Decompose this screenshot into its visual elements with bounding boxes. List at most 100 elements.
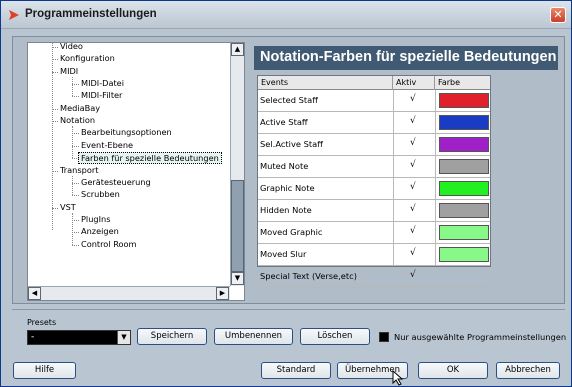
panel-title: Notation-Farben für spezielle Bedeutunge… bbox=[254, 46, 558, 70]
color-swatch[interactable] bbox=[439, 115, 489, 130]
tree-item[interactable]: MIDI-Filter bbox=[81, 90, 122, 102]
tree-connector bbox=[72, 158, 79, 160]
active-check[interactable]: √ bbox=[410, 248, 416, 258]
table-row[interactable]: Special Text (Verse,etc) √ bbox=[258, 266, 490, 288]
tree-connector bbox=[52, 59, 58, 61]
tree-item[interactable]: Transport bbox=[60, 165, 98, 177]
table-row[interactable]: Muted Note √ bbox=[258, 156, 490, 178]
tree-item[interactable]: Scrubben bbox=[81, 189, 120, 201]
event-name: Moved Slur bbox=[260, 249, 307, 259]
tree-item[interactable]: Farben für spezielle Bedeutungen bbox=[78, 152, 222, 165]
color-swatch[interactable] bbox=[439, 247, 489, 262]
tree-connector bbox=[72, 244, 79, 246]
ok-button[interactable]: OK bbox=[418, 362, 488, 379]
active-check[interactable]: √ bbox=[410, 270, 416, 280]
only-selected-checkbox[interactable] bbox=[379, 332, 389, 342]
window-title: Programmeinstellungen bbox=[25, 8, 157, 20]
table-row[interactable]: Moved Slur √ bbox=[258, 244, 490, 266]
column-header-events: Events bbox=[258, 76, 393, 90]
scrollbar-thumb[interactable] bbox=[231, 180, 244, 272]
cancel-button[interactable]: Abbrechen bbox=[496, 362, 560, 379]
tree-guide-line bbox=[72, 175, 73, 196]
presets-value: - bbox=[31, 332, 35, 342]
active-check[interactable]: √ bbox=[410, 94, 416, 104]
tree-item[interactable]: Video bbox=[60, 41, 83, 53]
table-header: Events Aktiv Farbe bbox=[258, 76, 490, 90]
active-check[interactable]: √ bbox=[410, 116, 416, 126]
column-header-color: Farbe bbox=[438, 78, 461, 87]
color-swatch[interactable] bbox=[439, 137, 489, 152]
delete-preset-button[interactable]: Löschen bbox=[300, 328, 370, 345]
color-swatch[interactable] bbox=[439, 181, 489, 196]
close-icon: ✕ bbox=[553, 8, 563, 21]
tree-item[interactable]: Konfiguration bbox=[60, 53, 115, 65]
event-name: Graphic Note bbox=[260, 183, 315, 193]
tree-item[interactable]: MIDI bbox=[60, 66, 78, 78]
scroll-left-button[interactable]: ◀ bbox=[28, 287, 41, 300]
tree-connector bbox=[52, 121, 58, 123]
tree-item[interactable]: Notation bbox=[60, 115, 95, 127]
event-name: Selected Staff bbox=[260, 95, 318, 105]
tree-guide-line bbox=[72, 212, 73, 245]
tree-item[interactable]: Anzeigen bbox=[81, 226, 119, 238]
event-name: Active Staff bbox=[260, 117, 308, 127]
arrow-up-icon: ▲ bbox=[234, 45, 241, 53]
table-row[interactable]: Sel.Active Staff √ bbox=[258, 134, 490, 156]
tree-guide-line bbox=[72, 76, 73, 97]
help-button[interactable]: Hilfe bbox=[13, 362, 76, 379]
tree-connector bbox=[52, 71, 58, 73]
mouse-cursor-icon bbox=[392, 370, 404, 386]
color-table: Events Aktiv Farbe Selected Staff √ Active… bbox=[257, 75, 491, 288]
standard-button[interactable]: Standard bbox=[261, 362, 331, 379]
color-swatch[interactable] bbox=[439, 93, 489, 108]
tree-connector bbox=[72, 182, 79, 184]
tree-item[interactable]: Bearbeitungsoptionen bbox=[81, 127, 172, 139]
tree-vertical-scrollbar[interactable]: ▲ ▼ bbox=[230, 43, 244, 286]
arrow-right-icon: ▶ bbox=[219, 289, 226, 297]
event-name: Muted Note bbox=[260, 161, 309, 171]
presets-label: Presets bbox=[27, 318, 57, 327]
color-swatch[interactable] bbox=[439, 159, 489, 174]
save-preset-button[interactable]: Speichern bbox=[137, 328, 207, 345]
tree-horizontal-scrollbar[interactable]: ◀ ▶ bbox=[28, 286, 230, 300]
tree-item[interactable]: VST bbox=[60, 202, 76, 214]
close-button[interactable]: ✕ bbox=[550, 7, 566, 23]
column-header-active: Aktiv bbox=[393, 76, 435, 90]
tree-item[interactable]: Event-Ebene bbox=[81, 140, 133, 152]
color-swatch[interactable] bbox=[439, 225, 489, 240]
rename-preset-button[interactable]: Umbenennen bbox=[214, 328, 293, 345]
event-name: Moved Graphic bbox=[260, 227, 323, 237]
title-bar: Programmeinstellungen ✕ bbox=[1, 1, 571, 29]
active-check[interactable]: √ bbox=[410, 160, 416, 170]
scroll-down-button[interactable]: ▼ bbox=[231, 272, 244, 285]
tree-item[interactable]: PlugIns bbox=[81, 214, 110, 226]
tree-item[interactable]: Gerätesteuerung bbox=[81, 177, 151, 189]
tree-connector bbox=[52, 170, 58, 172]
event-name: Hidden Note bbox=[260, 205, 312, 215]
table-row[interactable]: Hidden Note √ bbox=[258, 200, 490, 222]
table-row[interactable]: Moved Graphic √ bbox=[258, 222, 490, 244]
active-check[interactable]: √ bbox=[410, 182, 416, 192]
scroll-up-button[interactable]: ▲ bbox=[231, 43, 244, 56]
active-check[interactable]: √ bbox=[410, 138, 416, 148]
only-selected-label: Nur ausgewählte Programmeinstellungen bbox=[394, 332, 567, 342]
table-row[interactable]: Active Staff √ bbox=[258, 112, 490, 134]
tree-connector bbox=[72, 133, 79, 135]
chevron-down-icon[interactable]: ▼ bbox=[117, 331, 130, 344]
tree-item[interactable]: MediaBay bbox=[60, 103, 100, 115]
arrow-down-icon: ▼ bbox=[234, 274, 241, 282]
tree-item[interactable]: MIDI-Datei bbox=[81, 78, 124, 90]
table-row[interactable]: Graphic Note √ bbox=[258, 178, 490, 200]
tree-connector bbox=[72, 195, 79, 197]
tree-connector bbox=[72, 219, 79, 221]
table-row[interactable]: Selected Staff √ bbox=[258, 90, 490, 112]
active-check[interactable]: √ bbox=[410, 226, 416, 236]
tree-item[interactable]: Control Room bbox=[81, 239, 137, 251]
app-logo-icon bbox=[9, 10, 19, 20]
event-name: Special Text (Verse,etc) bbox=[260, 271, 357, 281]
color-swatch[interactable] bbox=[439, 203, 489, 218]
settings-tree[interactable]: Video Konfiguration MIDI MIDI-Datei MIDI-Fil… bbox=[27, 41, 245, 301]
active-check[interactable]: √ bbox=[410, 204, 416, 214]
presets-dropdown[interactable]: - ▼ bbox=[27, 330, 131, 345]
scroll-right-button[interactable]: ▶ bbox=[216, 287, 229, 300]
